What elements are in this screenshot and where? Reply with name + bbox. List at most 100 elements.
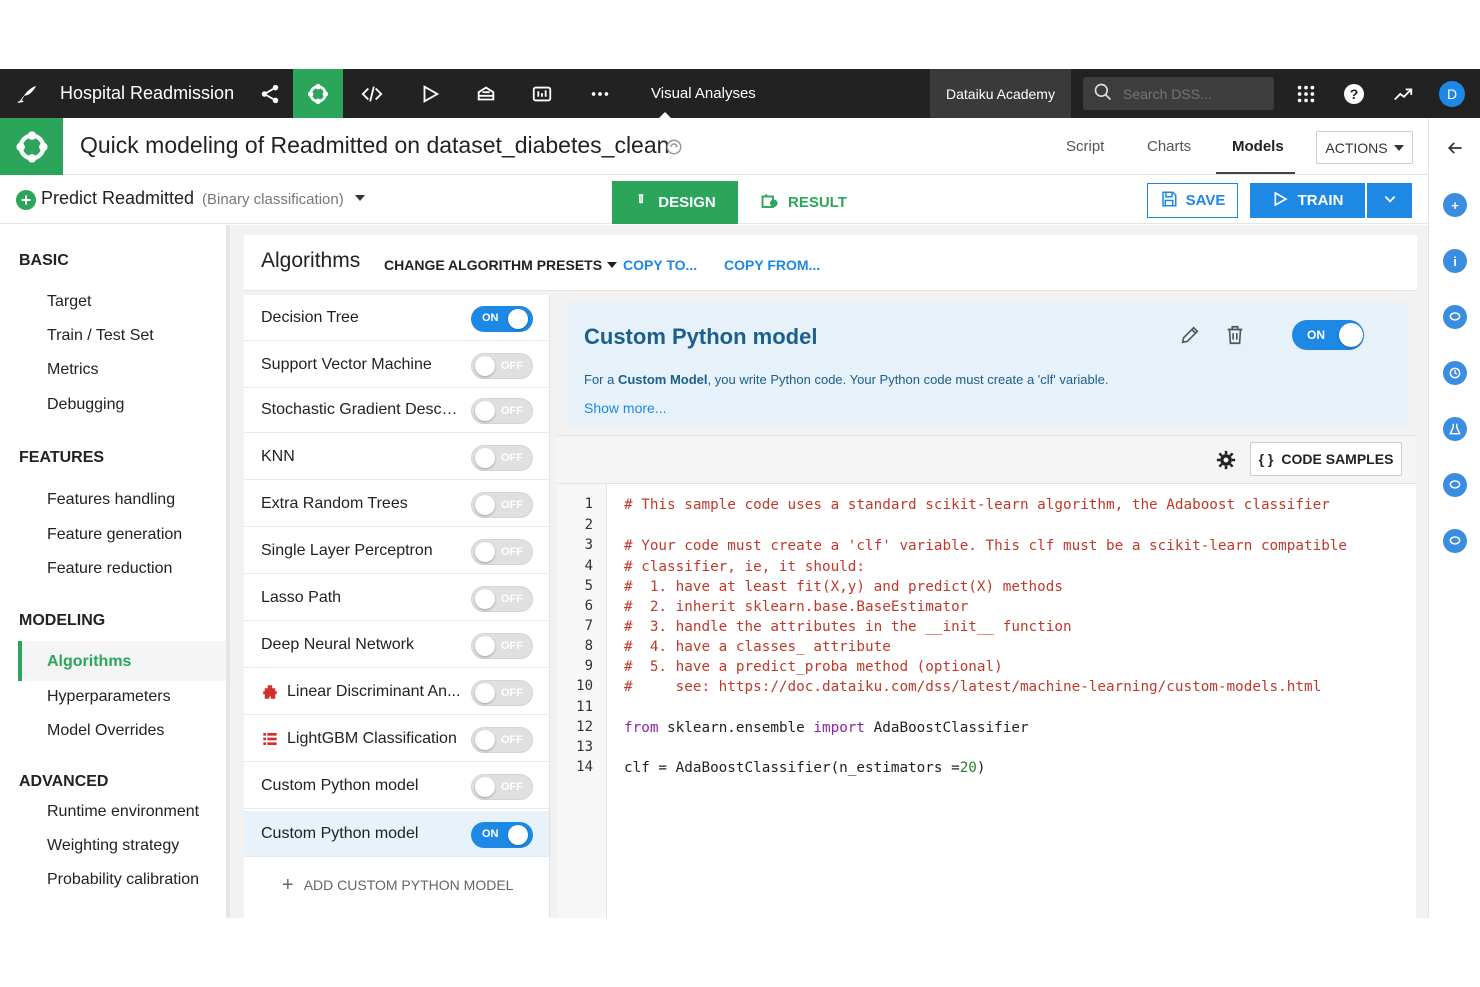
line-number: 9 <box>584 658 593 674</box>
gear-icon[interactable] <box>1216 450 1236 475</box>
nav-item-model-overrides[interactable]: Model Overrides <box>47 722 164 740</box>
code-line: # 1. have at least fit(X,y) and predict(… <box>624 579 1063 595</box>
info-icon[interactable]: i <box>1443 249 1467 273</box>
analysis-title[interactable]: Quick modeling of Readmitted on dataset_… <box>80 132 669 159</box>
algorithm-row[interactable]: LightGBM Classification OFF <box>244 716 549 762</box>
change-presets-dropdown[interactable]: CHANGE ALGORITHM PRESETS <box>384 257 618 273</box>
nav-item-metrics[interactable]: Metrics <box>47 361 99 379</box>
task-dropdown-caret-icon[interactable] <box>355 195 365 201</box>
datasets-icon[interactable] <box>471 69 501 118</box>
line-number: 12 <box>576 719 593 735</box>
algorithm-name: Support Vector Machine <box>261 355 432 373</box>
algorithm-row[interactable]: KNN OFF <box>244 434 549 480</box>
nav-item-weighting-strategy[interactable]: Weighting strategy <box>47 837 179 855</box>
trash-icon[interactable] <box>1224 324 1246 351</box>
algorithm-toggle[interactable]: OFF <box>471 492 533 518</box>
algorithm-row[interactable]: Stochastic Gradient Descent OFF <box>244 387 549 433</box>
tab-charts[interactable]: Charts <box>1147 138 1191 155</box>
discussions-icon[interactable] <box>1443 305 1467 329</box>
task-name[interactable]: Predict Readmitted <box>41 188 194 209</box>
dashboard-icon[interactable] <box>527 69 557 118</box>
design-tab-button[interactable]: DESIGN <box>612 181 738 224</box>
chat-icon[interactable] <box>1443 473 1467 497</box>
actions-button[interactable]: ACTIONS <box>1316 131 1413 164</box>
add-custom-model-button[interactable]: + ADD CUSTOM PYTHON MODEL <box>282 875 513 895</box>
nav-section-basic: BASIC <box>19 252 69 269</box>
algorithm-row[interactable]: Custom Python model ON <box>244 811 549 857</box>
algorithm-row[interactable]: Extra Random Trees OFF <box>244 481 549 527</box>
code-line: # classifier, ie, it should: <box>624 559 866 575</box>
algorithm-toggle[interactable]: OFF <box>471 445 533 471</box>
flow-icon[interactable] <box>293 69 343 118</box>
sync-icon[interactable] <box>665 138 683 161</box>
nav-item-target[interactable]: Target <box>47 293 91 311</box>
code-icon[interactable] <box>357 69 387 118</box>
comments-icon[interactable] <box>1443 529 1467 553</box>
trend-icon[interactable] <box>1390 69 1416 118</box>
algorithm-row[interactable]: Decision Tree ON <box>244 295 549 341</box>
train-dropdown-button[interactable] <box>1367 183 1412 218</box>
dataiku-academy-link[interactable]: Dataiku Academy <box>930 69 1071 118</box>
lab-flask-icon[interactable] <box>1443 417 1467 441</box>
line-number: 14 <box>576 759 593 775</box>
code-samples-button[interactable]: { } CODE SAMPLES <box>1250 442 1402 476</box>
toggle-state-label: OFF <box>501 405 523 417</box>
algorithm-row[interactable]: Custom Python model OFF <box>244 763 549 809</box>
algorithm-toggle[interactable]: OFF <box>471 680 533 706</box>
algorithm-toggle[interactable]: OFF <box>471 586 533 612</box>
history-icon[interactable] <box>1443 361 1467 385</box>
result-icon <box>760 192 780 214</box>
tab-models[interactable]: Models <box>1232 138 1284 155</box>
algorithm-toggle[interactable]: OFF <box>471 774 533 800</box>
algorithm-toggle[interactable]: OFF <box>471 353 533 379</box>
tab-script[interactable]: Script <box>1066 138 1104 155</box>
nav-item-probability-calibration[interactable]: Probability calibration <box>47 871 199 889</box>
nav-item-feature-generation[interactable]: Feature generation <box>47 526 182 544</box>
algorithm-row[interactable]: Deep Neural Network OFF <box>244 622 549 668</box>
algorithm-toggle[interactable]: OFF <box>471 398 533 424</box>
help-icon[interactable]: ? <box>1343 69 1365 118</box>
algorithm-row[interactable]: Linear Discriminant An... OFF <box>244 669 549 715</box>
nav-item-algorithms[interactable]: Algorithms <box>47 653 131 671</box>
code-line: # 5. have a predict_proba method (option… <box>624 659 1003 675</box>
algorithm-toggle[interactable]: OFF <box>471 633 533 659</box>
nav-item-debugging[interactable]: Debugging <box>47 396 124 414</box>
toggle-state-label: ON <box>482 312 499 324</box>
algorithm-toggle[interactable]: OFF <box>471 727 533 753</box>
project-title[interactable]: Hospital Readmission <box>60 69 234 118</box>
nav-item-train-test-set[interactable]: Train / Test Set <box>47 327 154 345</box>
nav-item-hyperparameters[interactable]: Hyperparameters <box>47 688 171 706</box>
run-icon[interactable] <box>415 69 445 118</box>
back-arrow-icon[interactable] <box>1445 138 1465 163</box>
nav-item-runtime-environment[interactable]: Runtime environment <box>47 803 199 821</box>
copy-to-link[interactable]: COPY TO... <box>623 257 697 273</box>
pencil-icon[interactable] <box>1179 324 1201 351</box>
visual-analyses-label[interactable]: Visual Analyses <box>651 69 756 118</box>
algorithm-toggle[interactable]: OFF <box>471 539 533 565</box>
add-icon[interactable]: + <box>1443 193 1467 217</box>
nav-item-feature-reduction[interactable]: Feature reduction <box>47 560 172 578</box>
copy-from-link[interactable]: COPY FROM... <box>724 257 820 273</box>
code-editor-panel: { } CODE SAMPLES 1 2 3 4 5 6 7 8 9 10 11 12 13 14 # T… <box>557 435 1416 918</box>
algorithm-name: Linear Discriminant An... <box>287 682 461 700</box>
algorithm-toggle[interactable]: ON <box>471 822 533 848</box>
nav-item-features-handling[interactable]: Features handling <box>47 491 175 509</box>
model-enabled-toggle[interactable]: ON <box>1292 320 1364 350</box>
algorithm-row[interactable]: Single Layer Perceptron OFF <box>244 528 549 574</box>
algorithm-row[interactable]: Lasso Path OFF <box>244 575 549 621</box>
line-number: 4 <box>584 558 593 574</box>
search-box[interactable] <box>1083 77 1274 110</box>
result-tab-button[interactable]: RESULT <box>760 181 847 224</box>
apps-grid-icon[interactable] <box>1293 69 1319 118</box>
code-line: # Your code must create a 'clf' variable… <box>624 538 1348 554</box>
algorithm-row[interactable]: Support Vector Machine OFF <box>244 342 549 388</box>
share-icon[interactable] <box>255 69 285 118</box>
show-more-link[interactable]: Show more... <box>584 400 666 416</box>
algorithm-toggle[interactable]: ON <box>471 306 533 332</box>
search-input[interactable] <box>1123 85 1263 102</box>
user-avatar[interactable]: D <box>1439 81 1465 107</box>
save-button[interactable]: SAVE <box>1147 183 1238 218</box>
dataiku-bird-logo[interactable] <box>10 69 44 118</box>
more-icon[interactable] <box>585 69 615 118</box>
train-button[interactable]: TRAIN <box>1250 183 1365 218</box>
